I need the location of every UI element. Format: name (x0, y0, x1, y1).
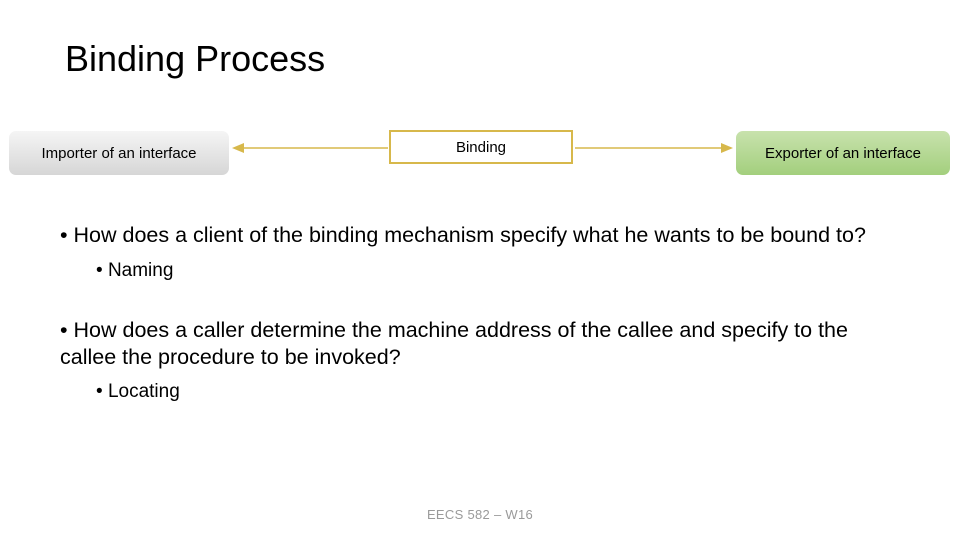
slide: Binding Process Importer of an interface… (0, 0, 960, 540)
binding-diagram: Importer of an interface Binding Exporte… (0, 130, 960, 190)
bullet-q1-sub: Naming (96, 259, 900, 283)
footer-text: EECS 582 – W16 (0, 507, 960, 522)
bullet-list: How does a client of the binding mechani… (60, 222, 900, 404)
bullet-q1: How does a client of the binding mechani… (60, 222, 900, 249)
importer-box: Importer of an interface (8, 130, 230, 176)
arrow-right-icon (575, 142, 733, 154)
slide-title: Binding Process (65, 38, 325, 80)
bullet-q2-sub: Locating (96, 380, 900, 404)
binding-box: Binding (389, 130, 573, 164)
arrow-left-icon (232, 142, 388, 154)
exporter-box: Exporter of an interface (735, 130, 951, 176)
bullet-q2: How does a caller determine the machine … (60, 317, 900, 371)
